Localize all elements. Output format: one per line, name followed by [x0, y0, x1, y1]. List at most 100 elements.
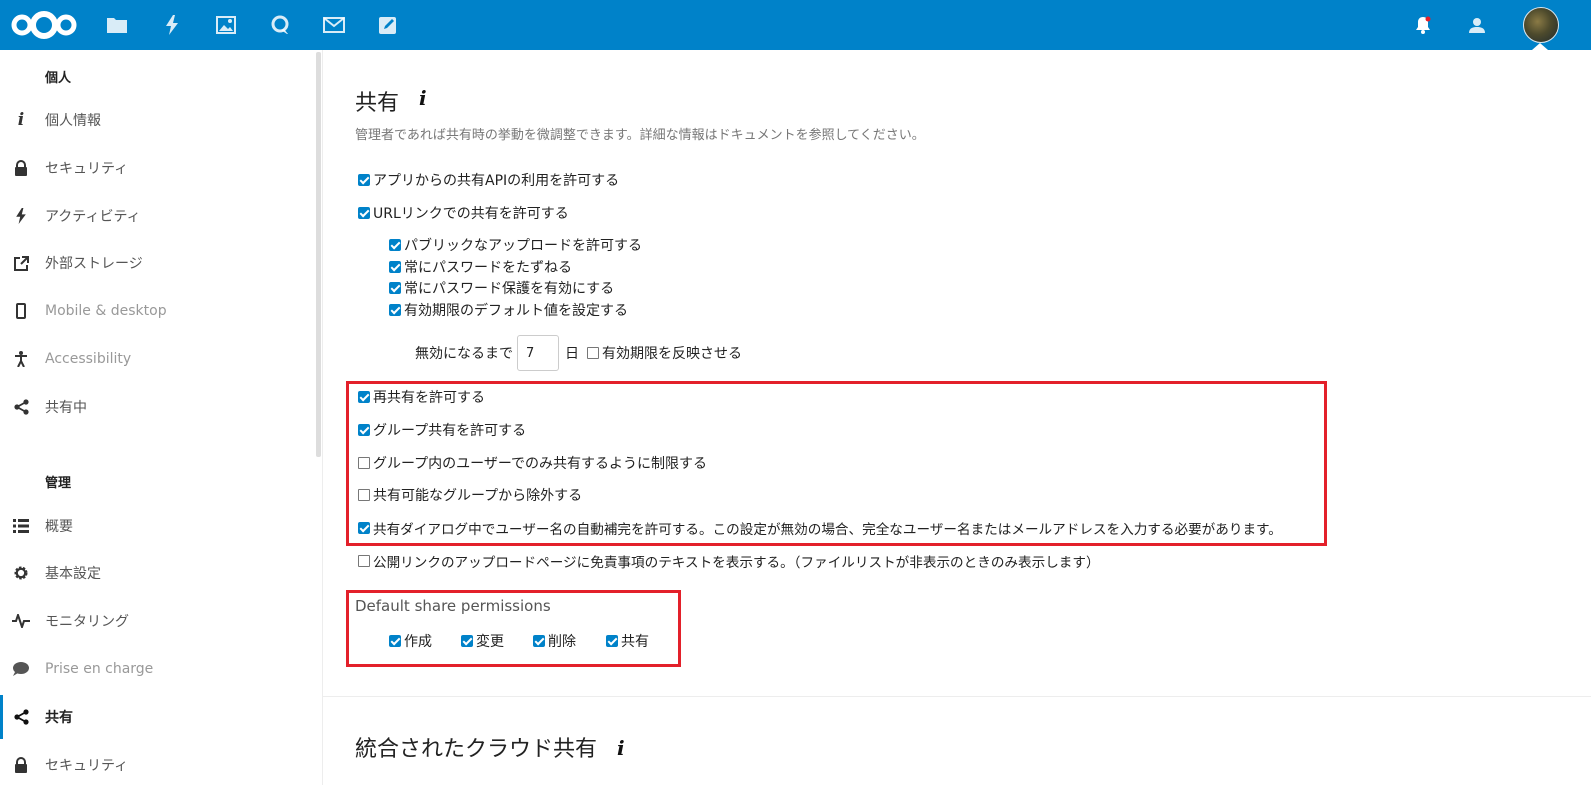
- sidebar-item-activity[interactable]: アクティビティ: [0, 194, 316, 238]
- permission-create[interactable]: 作成: [389, 631, 432, 651]
- checkbox[interactable]: [389, 304, 401, 316]
- external-link-icon: [11, 253, 31, 273]
- option-label: 作成: [404, 634, 432, 650]
- checkbox[interactable]: [358, 174, 370, 186]
- sidebar-item-label: 基本設定: [45, 566, 101, 582]
- option-label: 常にパスワードをたずねる: [404, 260, 572, 276]
- top-bar: [0, 0, 1591, 50]
- sidebar-scrollbar[interactable]: [316, 52, 321, 457]
- permission-share[interactable]: 共有: [606, 631, 649, 651]
- default-expire-option[interactable]: 有効期限のデフォルト値を設定する: [389, 300, 628, 320]
- federated-title: 統合されたクラウド共有: [355, 737, 598, 762]
- sidebar-item-label: セキュリティ: [45, 161, 129, 177]
- sidebar-item-label: 共有中: [45, 400, 87, 416]
- sidebar-item-external-storage[interactable]: 外部ストレージ: [0, 241, 316, 285]
- option-label: グループ共有を許可する: [373, 423, 527, 439]
- sidebar-item-security-admin[interactable]: セキュリティ: [0, 743, 316, 787]
- option-label: アプリからの共有APIの利用を許可する: [373, 173, 620, 189]
- option-label: URLリンクでの共有を許可する: [373, 206, 569, 222]
- checkbox[interactable]: [358, 391, 370, 403]
- allow-public-upload-option[interactable]: パブリックなアップロードを許可する: [389, 235, 642, 255]
- restrict-to-group-option[interactable]: グループ内のユーザーでのみ共有するように制限する: [358, 453, 707, 473]
- option-label: 変更: [476, 634, 504, 650]
- info-icon[interactable]: i: [419, 86, 427, 110]
- checkbox[interactable]: [358, 207, 370, 219]
- sidebar-item-personal-info[interactable]: i 個人情報: [0, 98, 316, 142]
- share-icon: [11, 397, 31, 417]
- allow-links-option[interactable]: URLリンクでの共有を許可する: [358, 203, 569, 223]
- permission-update[interactable]: 変更: [461, 631, 504, 651]
- checkbox[interactable]: [587, 347, 599, 359]
- exclude-groups-option[interactable]: 共有可能なグループから除外する: [358, 485, 582, 505]
- activity-bolt-icon: [11, 206, 31, 226]
- sidebar-item-sharing-personal[interactable]: 共有中: [0, 385, 316, 429]
- option-label: 共有ダイアログ中でユーザー名の自動補完を許可する。この設定が無効の場合、完全なユ…: [373, 522, 1282, 538]
- option-label: 常にパスワード保護を有効にする: [404, 281, 615, 297]
- checkbox[interactable]: [606, 635, 618, 647]
- personal-heading: 個人: [45, 71, 72, 86]
- sidebar-item-support[interactable]: Prise en charge: [0, 647, 316, 691]
- sidebar-item-sharing-admin[interactable]: 共有: [0, 695, 316, 739]
- sidebar-item-label: セキュリティ: [45, 758, 129, 774]
- option-label: 共有可能なグループから除外する: [373, 488, 583, 504]
- share-icon: [11, 707, 31, 727]
- allow-resharing-option[interactable]: 再共有を許可する: [358, 387, 485, 407]
- phone-icon: [11, 301, 31, 321]
- expire-unit: 日: [565, 346, 579, 362]
- allow-share-api-option[interactable]: アプリからの共有APIの利用を許可する: [358, 170, 619, 190]
- sidebar-item-label: 個人情報: [45, 113, 101, 129]
- expire-days-input[interactable]: 7: [517, 335, 559, 371]
- contacts-icon[interactable]: [1464, 0, 1490, 50]
- talk-chat-icon[interactable]: [267, 0, 293, 50]
- mail-envelope-icon[interactable]: [321, 0, 347, 50]
- lock-icon: [11, 158, 31, 178]
- expire-days-row: 無効になるまで 7 日 有効期限を反映させる: [415, 335, 742, 371]
- sidebar-item-security[interactable]: セキュリティ: [0, 146, 316, 190]
- permission-delete[interactable]: 削除: [533, 631, 576, 651]
- checkbox[interactable]: [389, 635, 401, 647]
- checkbox[interactable]: [358, 555, 370, 567]
- checkbox[interactable]: [389, 239, 401, 251]
- sidebar-divider: [322, 50, 323, 785]
- files-folder-icon[interactable]: [104, 0, 130, 50]
- option-label: 有効期限を反映させる: [602, 346, 742, 362]
- autocomplete-usernames-option[interactable]: 共有ダイアログ中でユーザー名の自動補完を許可する。この設定が無効の場合、完全なユ…: [358, 518, 1282, 538]
- info-icon[interactable]: i: [617, 736, 625, 760]
- enforce-expire-option[interactable]: 有効期限を反映させる: [587, 343, 742, 363]
- photos-image-icon[interactable]: [213, 0, 239, 50]
- option-label: 有効期限のデフォルト値を設定する: [404, 303, 628, 319]
- sidebar-item-mobile-desktop[interactable]: Mobile & desktop: [0, 289, 316, 333]
- checkbox[interactable]: [461, 635, 473, 647]
- disclaimer-text-option[interactable]: 公開リンクのアップロードページに免責事項のテキストを表示する。（ファイルリストが…: [358, 551, 1100, 571]
- sidebar-item-label: Prise en charge: [45, 661, 154, 677]
- checkbox[interactable]: [358, 457, 370, 469]
- enforce-password-option[interactable]: 常にパスワード保護を有効にする: [389, 278, 614, 298]
- overview-list-icon: [11, 516, 31, 536]
- option-label: 共有: [621, 634, 649, 650]
- checkbox[interactable]: [533, 635, 545, 647]
- option-label: 再共有を許可する: [373, 390, 485, 406]
- checkbox[interactable]: [389, 261, 401, 273]
- sidebar-item-accessibility[interactable]: Accessibility: [0, 337, 316, 381]
- option-label: グループ内のユーザーでのみ共有するように制限する: [373, 456, 708, 472]
- activity-bolt-icon[interactable]: [159, 0, 185, 50]
- admin-heading: 管理: [45, 476, 72, 491]
- checkbox[interactable]: [389, 282, 401, 294]
- nextcloud-logo-icon[interactable]: [8, 0, 80, 50]
- allow-group-sharing-option[interactable]: グループ共有を許可する: [358, 420, 526, 440]
- sidebar-item-overview[interactable]: 概要: [0, 504, 316, 548]
- checkbox[interactable]: [358, 424, 370, 436]
- sidebar-item-monitoring[interactable]: モニタリング: [0, 599, 316, 643]
- notes-edit-icon[interactable]: [375, 0, 401, 50]
- checkbox[interactable]: [358, 489, 370, 501]
- expire-prefix: 無効になるまで: [415, 346, 513, 362]
- user-avatar[interactable]: [1523, 7, 1559, 43]
- checkbox[interactable]: [358, 522, 370, 534]
- ask-password-option[interactable]: 常にパスワードをたずねる: [389, 257, 572, 277]
- notifications-bell-icon[interactable]: [1410, 0, 1436, 50]
- sidebar-item-basic-settings[interactable]: 基本設定: [0, 551, 316, 595]
- sidebar-item-label: Mobile & desktop: [45, 303, 167, 319]
- sharing-description: 管理者であれば共有時の挙動を微調整できます。詳細な情報はドキュメントを参照してく…: [355, 128, 925, 143]
- option-label: 削除: [548, 634, 576, 650]
- monitoring-pulse-icon: [11, 611, 31, 631]
